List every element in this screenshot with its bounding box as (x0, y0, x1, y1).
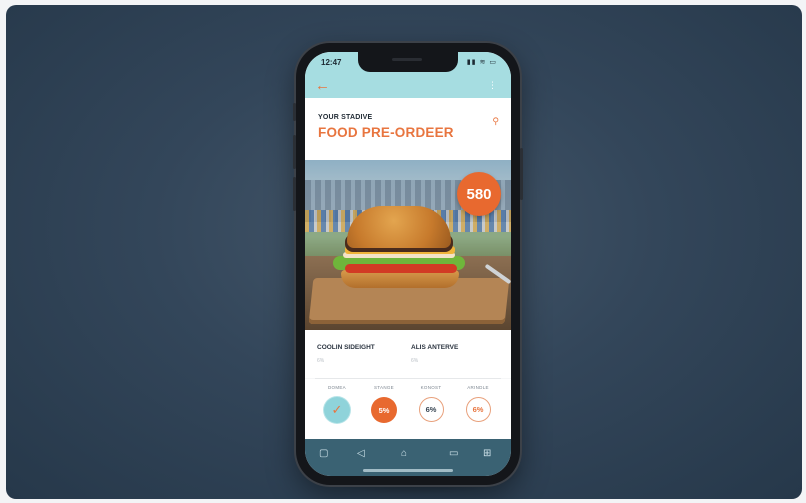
nav-home-icon[interactable]: ⌂ (401, 448, 407, 459)
menu-icon[interactable]: ⋮ (488, 80, 497, 91)
burger-bun-top (347, 206, 451, 248)
nav-add-icon[interactable]: ⊞ (483, 448, 491, 459)
volume-down-button (293, 177, 296, 211)
volume-up-button (293, 135, 296, 169)
power-button (520, 148, 523, 200)
info-label: COOLIN SIDEIGHT (317, 344, 375, 351)
option-label: ARINDLE (467, 385, 489, 390)
back-arrow-icon[interactable]: ← (315, 78, 330, 93)
option-label: DOMEA (327, 385, 346, 390)
burger-image: 580 (305, 160, 511, 330)
option-circle[interactable]: 5% (371, 397, 397, 423)
page-header: YOUR STADIVE FOOD PRE-ORDEER ⚲ (305, 98, 511, 160)
page-title: FOOD PRE-ORDEER (318, 125, 454, 140)
info-sub: 6% (411, 358, 419, 364)
option-row: DOMEA ✓ STANGE 5% KONOST 6% ARINDLE 6% (305, 379, 511, 439)
option-stange[interactable]: STANGE 5% (364, 385, 404, 423)
checkmark-icon[interactable]: ✓ (324, 397, 350, 423)
price-badge[interactable]: 580 (457, 172, 501, 216)
info-sub: 6% (317, 358, 325, 364)
option-label: KONOST (420, 385, 442, 390)
nav-card-icon[interactable]: ▭ (449, 448, 458, 459)
info-column: ALIS ANTERVE 6% (411, 344, 458, 364)
nav-square-icon[interactable]: ▢ (319, 448, 328, 459)
page-supertitle: YOUR STADIVE (318, 114, 373, 121)
option-circle[interactable]: 6% (465, 397, 491, 422)
option-arindle[interactable]: ARINDLE 6% (458, 385, 498, 422)
status-icons: ▮▮ ≋ ▭ (466, 59, 497, 66)
home-indicator[interactable] (363, 469, 453, 472)
status-time: 12:47 (321, 58, 342, 67)
mockup-background: 12:47 ▮▮ ≋ ▭ ← ⋮ YOUR STADIVE FOOD PRE-O… (6, 5, 802, 499)
phone-screen: 12:47 ▮▮ ≋ ▭ ← ⋮ YOUR STADIVE FOOD PRE-O… (305, 52, 511, 476)
info-label: ALIS ANTERVE (411, 344, 459, 351)
nav-back-icon[interactable]: ◁ (357, 448, 365, 459)
speaker-grille (392, 58, 422, 61)
burger-tomato (345, 264, 457, 273)
notch (358, 52, 458, 72)
item-info: COOLIN SIDEIGHT 6% ALIS ANTERVE 6% (305, 330, 511, 378)
option-domea[interactable]: DOMEA ✓ (317, 385, 357, 423)
mute-switch (293, 103, 296, 121)
option-label: STANGE (374, 385, 394, 390)
bottom-nav: ▢ ◁ ⌂ ▭ ⊞ (305, 439, 511, 476)
info-column: COOLIN SIDEIGHT 6% (317, 344, 375, 364)
option-circle[interactable]: 6% (418, 397, 444, 422)
phone-device: 12:47 ▮▮ ≋ ▭ ← ⋮ YOUR STADIVE FOOD PRE-O… (293, 43, 523, 485)
location-pin-icon[interactable]: ⚲ (492, 116, 499, 127)
option-konost[interactable]: KONOST 6% (411, 385, 451, 422)
